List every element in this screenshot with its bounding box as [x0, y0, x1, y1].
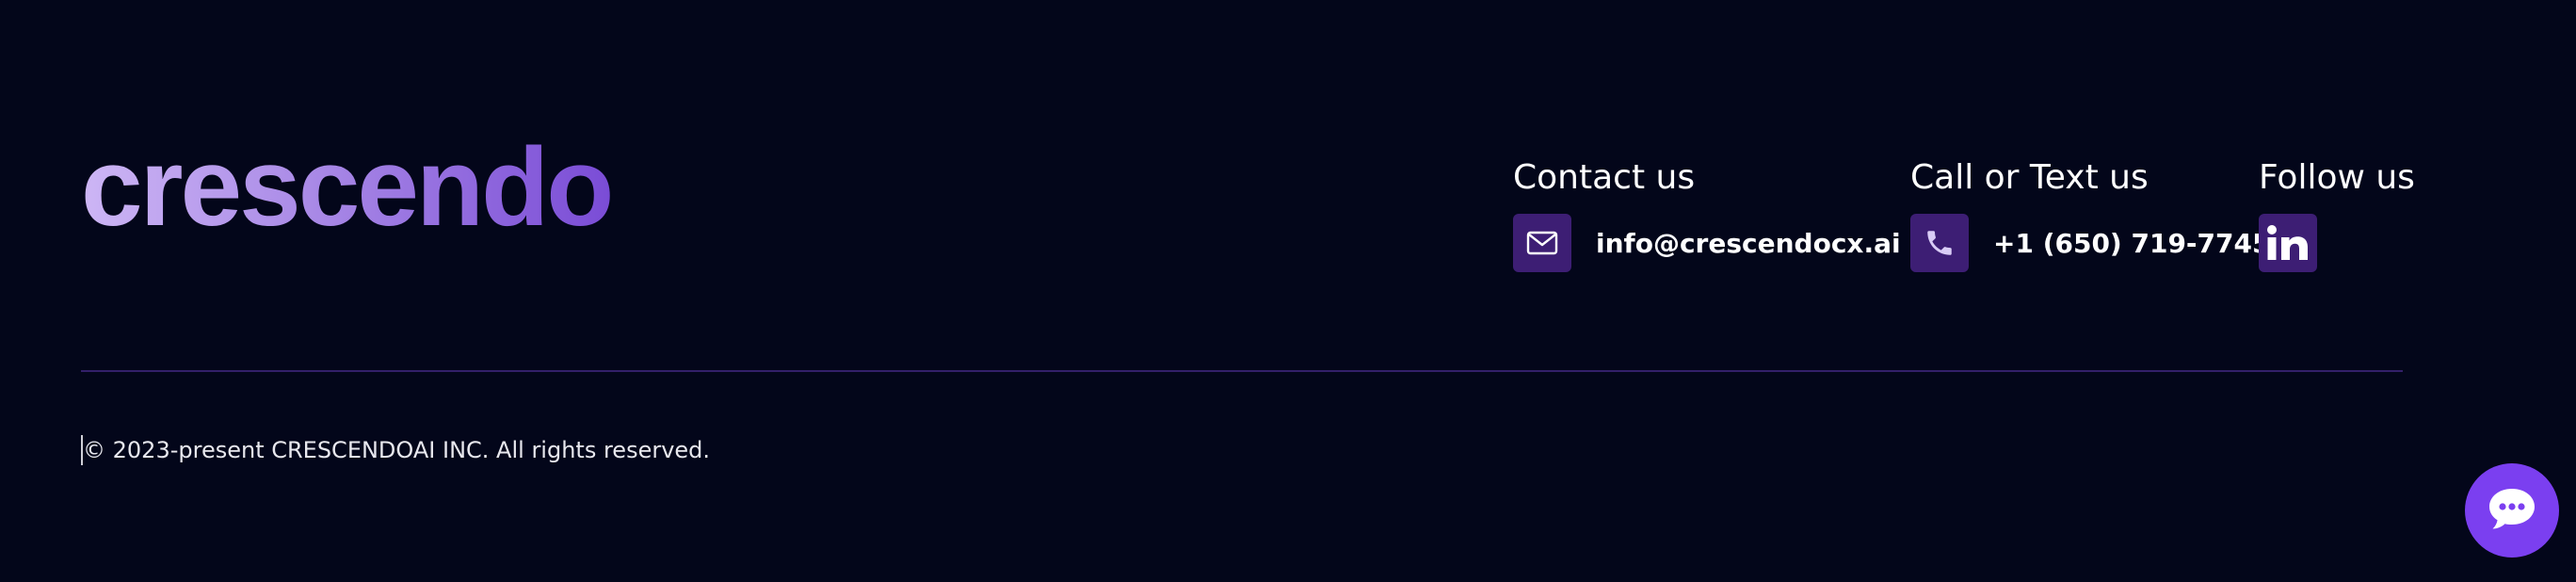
crescendo-logo[interactable]: crescendo — [81, 132, 614, 243]
chat-bubble-icon — [2487, 486, 2537, 535]
call-or-text-heading: Call or Text us — [1910, 158, 2149, 197]
site-footer: crescendo Contact us info@crescendocx.ai… — [0, 0, 2576, 582]
linkedin-icon[interactable] — [2259, 214, 2317, 272]
footer-divider — [81, 370, 2403, 372]
contact-us-heading: Contact us — [1513, 158, 1696, 197]
phone-link[interactable]: +1 (650) 719-7745 — [1910, 214, 2270, 272]
call-or-text-section: Call or Text us +1 (650) 719-7745 — [1910, 155, 2270, 272]
email-link[interactable]: info@crescendocx.ai — [1513, 214, 1901, 272]
email-address[interactable]: info@crescendocx.ai — [1596, 228, 1901, 259]
copyright-notice: © 2023-present CRESCENDOAI INC. All righ… — [83, 437, 711, 463]
chat-widget-button[interactable] — [2465, 463, 2559, 558]
mail-icon[interactable] — [1513, 214, 1571, 272]
social-links — [2259, 214, 2415, 272]
phone-number[interactable]: +1 (650) 719-7745 — [1993, 228, 2270, 259]
contact-us-section: Contact us info@crescendocx.ai — [1513, 155, 1901, 272]
follow-us-section: Follow us — [2259, 155, 2415, 272]
follow-us-heading: Follow us — [2259, 158, 2415, 197]
phone-icon[interactable] — [1910, 214, 1969, 272]
